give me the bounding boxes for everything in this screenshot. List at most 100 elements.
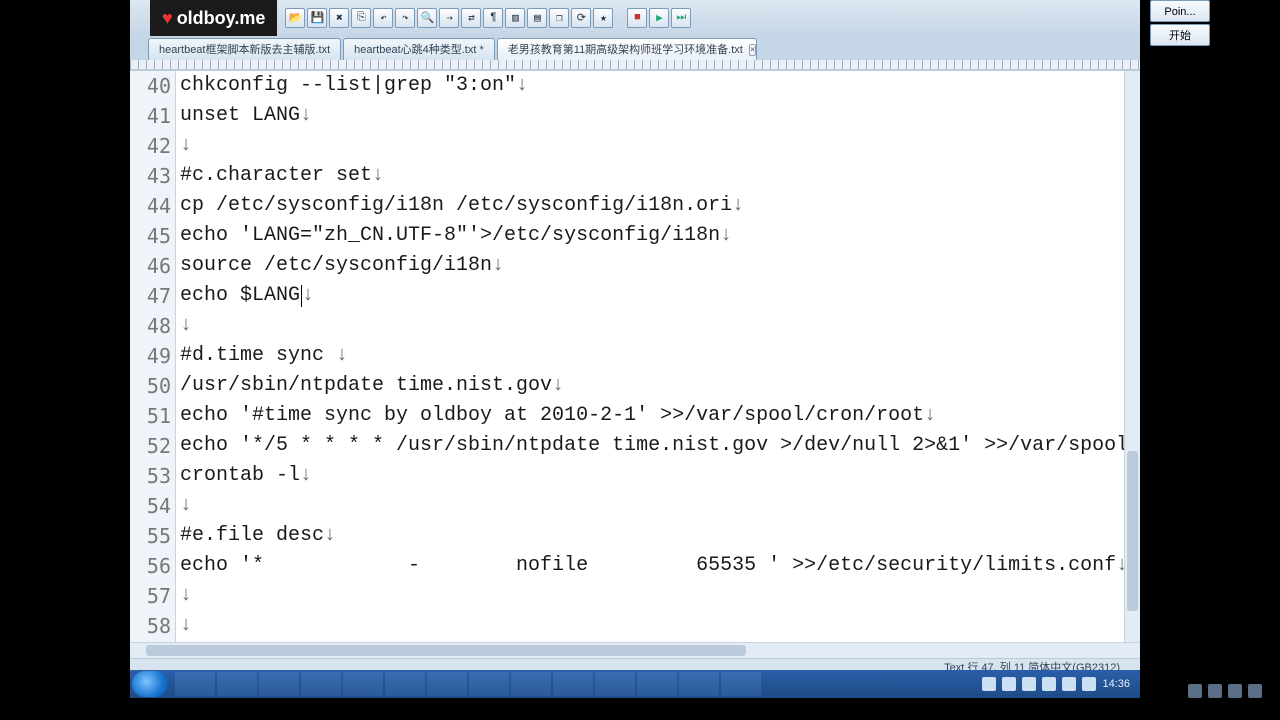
- taskbar-app-button[interactable]: [217, 672, 257, 696]
- tab-label: heartbeat框架脚本新版去主辅版.txt: [159, 39, 330, 61]
- stop-icon[interactable]: ■: [627, 8, 647, 28]
- horizontal-scrollbar[interactable]: [130, 642, 1140, 658]
- code-line[interactable]: echo '#time sync by oldboy at 2010-2-1' …: [180, 401, 1124, 431]
- code-line[interactable]: #d.time sync ↓: [180, 341, 1124, 371]
- code-line[interactable]: crontab -l↓: [180, 461, 1124, 491]
- newline-mark: ↓: [180, 494, 192, 517]
- line-number: 53: [130, 461, 175, 491]
- code-line[interactable]: ↓: [180, 611, 1124, 641]
- code-line[interactable]: echo '* - nofile 65535 ' >>/etc/security…: [180, 551, 1124, 581]
- code-line[interactable]: cp /etc/sysconfig/i18n /etc/sysconfig/i1…: [180, 191, 1124, 221]
- line-number: 55: [130, 521, 175, 551]
- windows-taskbar: 14:36: [130, 670, 1140, 698]
- code-line[interactable]: echo $LANG↓: [180, 281, 1124, 311]
- code-line[interactable]: chkconfig --list|grep "3:on"↓: [180, 71, 1124, 101]
- newline-mark: ↓: [300, 104, 312, 127]
- vertical-scroll-thumb[interactable]: [1127, 451, 1138, 611]
- system-tray: 14:36: [982, 677, 1138, 691]
- tray-icon[interactable]: [1002, 677, 1016, 691]
- taskbar-app-button[interactable]: [511, 672, 551, 696]
- tray-icon: [1228, 684, 1242, 698]
- find-next-icon[interactable]: ⇢: [439, 8, 459, 28]
- taskbar-app-button[interactable]: [553, 672, 593, 696]
- toolbar: 📂💾✖⎘↶↷🔍⇢⇄¶▥▤❐⟳★: [285, 8, 613, 28]
- poin-button[interactable]: Poin...: [1150, 0, 1210, 22]
- line-number: 43: [130, 161, 175, 191]
- clock[interactable]: 14:36: [1102, 679, 1130, 690]
- brand-logo: ♥oldboy.me: [150, 0, 277, 36]
- tile-h-icon[interactable]: ▥: [505, 8, 525, 28]
- newline-mark: ↓: [720, 224, 732, 247]
- newline-mark: ↓: [372, 164, 384, 187]
- tile-v-icon[interactable]: ▤: [527, 8, 547, 28]
- code-line[interactable]: #c.character set↓: [180, 161, 1124, 191]
- code-line[interactable]: ↓: [180, 491, 1124, 521]
- tray-icon[interactable]: [1042, 677, 1056, 691]
- start-menu-button[interactable]: [132, 671, 168, 697]
- tray-icon[interactable]: [1062, 677, 1076, 691]
- tray-icon[interactable]: [1082, 677, 1096, 691]
- code-line[interactable]: ↓: [180, 131, 1124, 161]
- line-number: 57: [130, 581, 175, 611]
- code-line[interactable]: echo '*/5 * * * * /usr/sbin/ntpdate time…: [180, 431, 1124, 461]
- tab-label: heartbeat心跳4种类型.txt *: [354, 39, 484, 61]
- start-button[interactable]: 开始: [1150, 24, 1210, 46]
- line-number: 44: [130, 191, 175, 221]
- tray-icon[interactable]: [982, 677, 996, 691]
- redo-icon[interactable]: ↷: [395, 8, 415, 28]
- line-number: 52: [130, 431, 175, 461]
- line-number: 49: [130, 341, 175, 371]
- horizontal-scroll-thumb[interactable]: [146, 645, 746, 656]
- bookmark-icon[interactable]: ★: [593, 8, 613, 28]
- sync-icon[interactable]: ⟳: [571, 8, 591, 28]
- line-number: 50: [130, 371, 175, 401]
- line-number: 46: [130, 251, 175, 281]
- paragraph-icon[interactable]: ¶: [483, 8, 503, 28]
- taskbar-app-button[interactable]: [343, 672, 383, 696]
- cascade-icon[interactable]: ❐: [549, 8, 569, 28]
- taskbar-app-button[interactable]: [301, 672, 341, 696]
- newline-mark: ↓: [324, 524, 336, 547]
- taskbar-app-button[interactable]: [175, 672, 215, 696]
- taskbar-app-button[interactable]: [595, 672, 635, 696]
- taskbar-app-button[interactable]: [259, 672, 299, 696]
- tab-file[interactable]: heartbeat心跳4种类型.txt *: [343, 38, 495, 60]
- taskbar-app-button[interactable]: [637, 672, 677, 696]
- code-line[interactable]: ↓: [180, 311, 1124, 341]
- line-number: 51: [130, 401, 175, 431]
- tab-file[interactable]: 老男孩教育第11期高级架构师班学习环境准备.txt ×: [497, 38, 757, 60]
- open-icon[interactable]: 📂: [285, 8, 305, 28]
- line-number: 56: [130, 551, 175, 581]
- taskbar-app-button[interactable]: [721, 672, 761, 696]
- taskbar-app-button[interactable]: [385, 672, 425, 696]
- code-line[interactable]: source /etc/sysconfig/i18n↓: [180, 251, 1124, 281]
- code-line[interactable]: unset LANG↓: [180, 101, 1124, 131]
- close-icon[interactable]: ✖: [329, 8, 349, 28]
- newline-mark: ↓: [552, 374, 564, 397]
- search-icon[interactable]: 🔍: [417, 8, 437, 28]
- code-line[interactable]: ↓: [180, 581, 1124, 611]
- tab-label: 老男孩教育第11期高级架构师班学习环境准备.txt: [508, 39, 743, 61]
- code-line[interactable]: echo 'LANG="zh_CN.UTF-8"'>/etc/sysconfig…: [180, 221, 1124, 251]
- tray-icon: [1208, 684, 1222, 698]
- tray-icon[interactable]: [1022, 677, 1036, 691]
- brand-text: oldboy.me: [177, 9, 266, 27]
- code-area[interactable]: chkconfig --list|grep "3:on"↓unset LANG↓…: [176, 71, 1124, 642]
- tab-file[interactable]: heartbeat框架脚本新版去主辅版.txt: [148, 38, 341, 60]
- save-icon[interactable]: 💾: [307, 8, 327, 28]
- replace-icon[interactable]: ⇄: [461, 8, 481, 28]
- taskbar-app-button[interactable]: [679, 672, 719, 696]
- taskbar-app-button[interactable]: [427, 672, 467, 696]
- close-icon[interactable]: ×: [749, 44, 756, 56]
- vertical-scrollbar[interactable]: [1124, 71, 1140, 642]
- taskbar-app-button[interactable]: [469, 672, 509, 696]
- newline-mark: ↓: [924, 404, 936, 427]
- play-icon[interactable]: ▶: [649, 8, 669, 28]
- step-icon[interactable]: ⏭: [671, 8, 691, 28]
- editor: 40414243444546474849505152535455565758 c…: [130, 70, 1140, 642]
- line-number: 45: [130, 221, 175, 251]
- code-line[interactable]: /usr/sbin/ntpdate time.nist.gov↓: [180, 371, 1124, 401]
- save-all-icon[interactable]: ⎘: [351, 8, 371, 28]
- code-line[interactable]: #e.file desc↓: [180, 521, 1124, 551]
- undo-icon[interactable]: ↶: [373, 8, 393, 28]
